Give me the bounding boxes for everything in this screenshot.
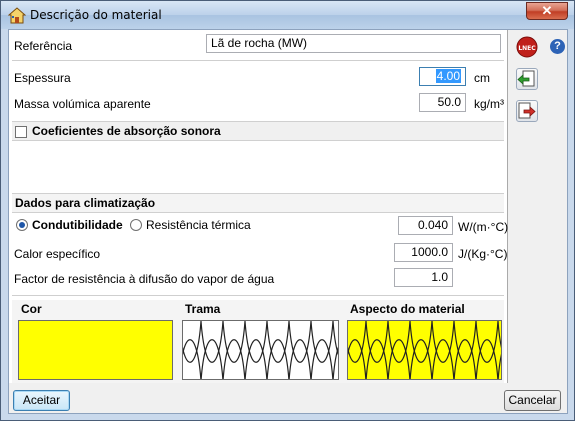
- title-bar: Descrição do material ✕: [1, 1, 574, 29]
- color-swatch[interactable]: [18, 320, 173, 380]
- referencia-input[interactable]: Lã de rocha (MW): [206, 34, 501, 53]
- conductivity-input[interactable]: 0.040: [398, 216, 453, 235]
- sound-section-bar: Coeficientes de absorção sonora: [12, 121, 504, 141]
- divider: [12, 60, 504, 61]
- specific-heat-label: Calor específico: [14, 247, 101, 261]
- conductivity-unit: W/(m·°C): [458, 220, 509, 234]
- conductivity-label: Condutibilidade: [32, 218, 123, 232]
- color-label: Cor: [21, 302, 42, 316]
- espessura-input[interactable]: 4.00: [419, 67, 466, 86]
- lnec-button[interactable]: LNEC: [516, 36, 538, 58]
- specific-heat-input[interactable]: 1000.0: [394, 243, 453, 262]
- material-dialog: Descrição do material ✕ Referência Lã de…: [0, 0, 575, 421]
- cancel-button[interactable]: Cancelar: [504, 390, 561, 411]
- material-aspect-swatch[interactable]: [347, 320, 502, 380]
- help-icon[interactable]: ?: [550, 39, 565, 54]
- thermal-resistance-radio[interactable]: [130, 219, 142, 231]
- specific-heat-unit: J/(Kg·°C): [458, 247, 508, 261]
- house-icon: [8, 7, 26, 24]
- sound-absorption-checkbox[interactable]: [15, 126, 27, 138]
- conductivity-radio[interactable]: [16, 219, 28, 231]
- massa-label: Massa volúmica aparente: [14, 97, 151, 111]
- material-aspect-label: Aspecto do material: [350, 302, 465, 316]
- pattern-label: Trama: [185, 302, 221, 316]
- lnec-text: LNEC: [518, 45, 536, 52]
- massa-input[interactable]: 50.0: [419, 93, 466, 112]
- export-button[interactable]: [516, 100, 538, 122]
- vapour-factor-input[interactable]: 1.0: [394, 268, 453, 287]
- thermal-resistance-label: Resistência térmica: [146, 218, 251, 232]
- vapour-factor-label: Factor de resistência à difusão do vapor…: [14, 272, 275, 286]
- divider: [12, 295, 504, 296]
- close-button[interactable]: ✕: [526, 2, 568, 20]
- lnec-icon: LNEC: [516, 36, 538, 58]
- referencia-label: Referência: [14, 39, 73, 53]
- climate-title: Dados para climatização: [15, 196, 156, 210]
- dialog-client-area: Referência Lã de rocha (MW) Espessura 4.…: [8, 29, 568, 414]
- pattern-swatch[interactable]: [182, 320, 339, 380]
- espessura-label: Espessura: [14, 71, 71, 85]
- import-arrow-icon: [517, 70, 535, 87]
- climate-section-bar: Dados para climatização: [12, 193, 504, 213]
- appearance-area: Cor Trama Aspecto do material: [12, 300, 504, 383]
- espessura-unit: cm: [474, 71, 490, 85]
- insulation-hatch-pattern: [348, 321, 501, 379]
- massa-unit: kg/m³: [474, 97, 504, 111]
- insulation-hatch-pattern: [183, 321, 338, 379]
- window-title: Descrição do material: [30, 8, 162, 22]
- export-arrow-icon: [518, 102, 536, 119]
- import-button[interactable]: [516, 68, 538, 90]
- sound-absorption-label: Coeficientes de absorção sonora: [32, 124, 221, 138]
- material-properties-panel: Referência Lã de rocha (MW) Espessura 4.…: [9, 30, 508, 383]
- accept-button[interactable]: Aceitar: [13, 390, 70, 411]
- espessura-value: 4.00: [435, 69, 461, 83]
